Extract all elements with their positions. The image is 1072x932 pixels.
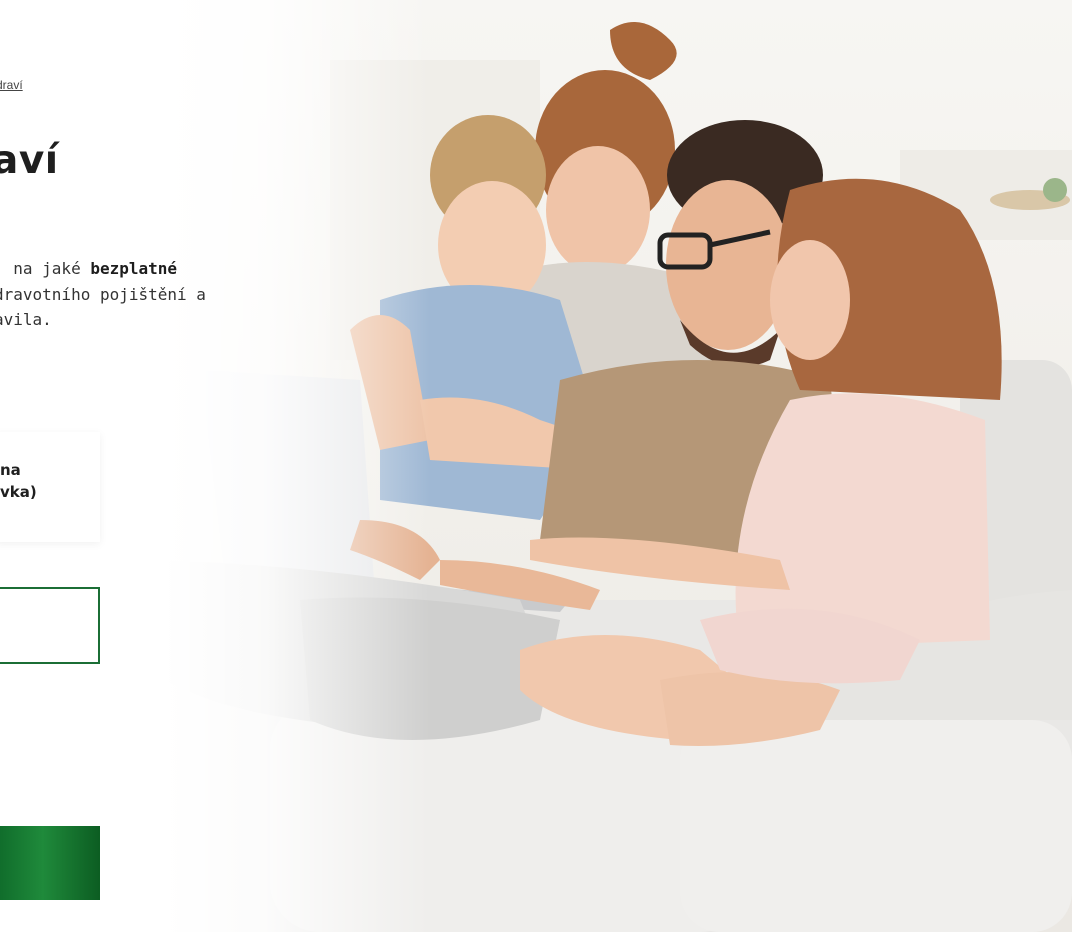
outlined-field[interactable]	[0, 587, 100, 664]
intro-line1-bold: bezplatné	[90, 259, 178, 278]
intro-text: , na jaké bezplatné dravotního pojištění…	[0, 256, 244, 333]
option-card-label-line1: na	[0, 461, 21, 479]
option-card-label: na vka)	[0, 460, 37, 504]
intro-line1-prefix: , na jaké	[0, 259, 91, 278]
intro-line2: dravotního pojištění a	[0, 284, 206, 304]
primary-cta-button[interactable]	[0, 826, 100, 900]
page-title: aví	[0, 138, 59, 183]
breadcrumb-current[interactable]: draví	[0, 78, 23, 92]
option-card[interactable]: na vka)	[0, 432, 100, 542]
option-card-label-line2: vka)	[0, 482, 37, 501]
intro-line3: avila.	[0, 310, 52, 330]
